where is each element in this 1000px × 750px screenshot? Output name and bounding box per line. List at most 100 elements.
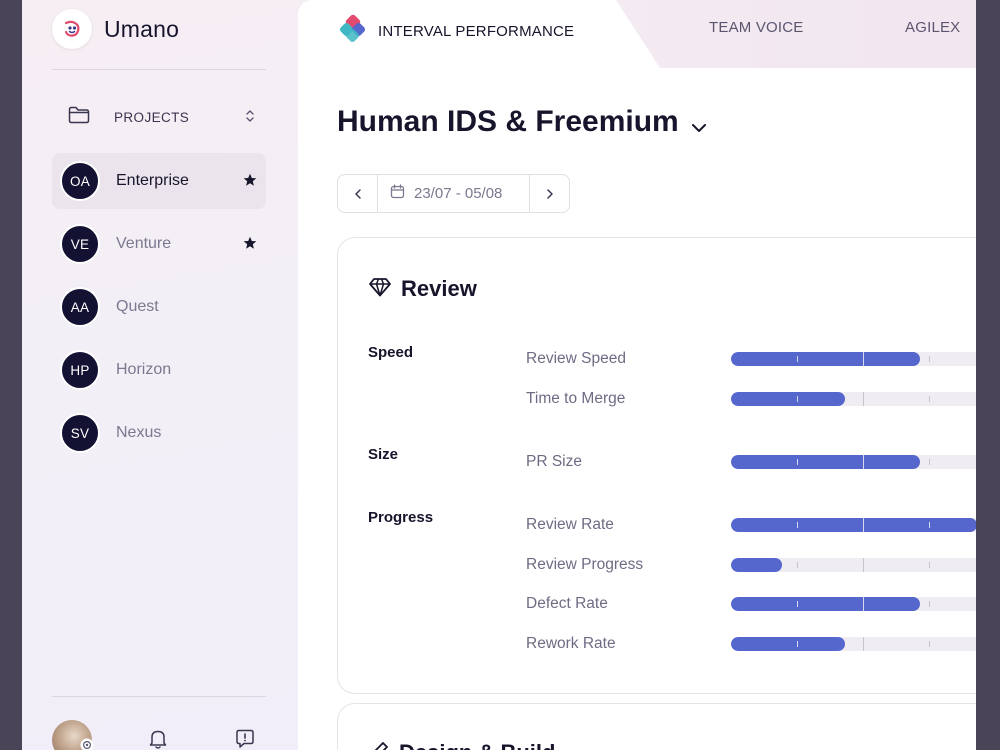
brand[interactable]: Umano — [52, 9, 179, 49]
metric-bar-tick — [797, 562, 798, 568]
metric-bar-fill — [731, 392, 845, 406]
metric-bar-tick — [929, 562, 930, 568]
design-build-card: Design & Build — [337, 703, 976, 750]
metric-bar — [731, 352, 976, 366]
project-name: Horizon — [116, 361, 172, 378]
sidebar-item-horizon[interactable]: HP Horizon — [52, 342, 266, 398]
metric-bar-tick — [797, 356, 798, 362]
metric-bar-tick — [929, 522, 930, 528]
metric-bar-tick — [863, 637, 864, 651]
metric-bar-fill — [731, 597, 920, 611]
app-window: Umano PROJECTS OA Enterprise VE Venture … — [22, 0, 976, 750]
review-card-header: Review — [369, 276, 477, 302]
project-avatar: OA — [60, 161, 100, 201]
project-name: Quest — [116, 298, 159, 315]
chevron-up-down-icon[interactable] — [244, 108, 256, 129]
tab-agilex[interactable]: AGILEX — [905, 19, 960, 36]
metric-bar — [731, 392, 976, 406]
date-range-navigator: 23/07 - 05/08 — [337, 174, 570, 213]
metric-bar-tick — [797, 601, 798, 607]
review-card-title: Review — [401, 276, 477, 301]
metric-label: PR Size — [526, 453, 582, 470]
sidebar-item-quest[interactable]: AA Quest — [52, 279, 266, 335]
sidebar-footer — [52, 718, 266, 750]
metric-bar-tick — [797, 396, 798, 402]
metric-bar-tick — [863, 392, 864, 406]
project-name: Venture — [116, 235, 172, 252]
chevron-right-icon — [546, 188, 553, 199]
pencil-icon — [369, 741, 389, 750]
metric-bar-tick — [797, 459, 798, 465]
metric-bar-fill — [731, 558, 782, 572]
metric-bar — [731, 597, 976, 611]
page-title-text: Human IDS & Freemium — [337, 105, 679, 138]
metric-bar-tick — [863, 352, 864, 366]
metric-bar-fill — [731, 455, 920, 469]
metric-bar-tick — [863, 518, 864, 532]
metric-bar-tick — [929, 459, 930, 465]
project-avatar: SV — [60, 413, 100, 453]
project-avatar: AA — [60, 287, 100, 327]
metric-label: Review Rate — [526, 516, 614, 533]
gear-icon[interactable] — [80, 738, 94, 750]
star-icon[interactable] — [243, 236, 257, 255]
diamond-icon — [369, 277, 391, 302]
metric-bar-tick — [797, 522, 798, 528]
umano-logo-icon — [52, 9, 92, 49]
design-build-card-title: Design & Build — [399, 740, 555, 750]
project-avatar: HP — [60, 350, 100, 390]
metric-bar — [731, 637, 976, 651]
sidebar: Umano PROJECTS OA Enterprise VE Venture … — [22, 0, 298, 750]
page-title[interactable]: Human IDS & Freemium — [337, 103, 707, 141]
metric-bar — [731, 455, 976, 469]
chevron-down-icon[interactable] — [691, 107, 707, 141]
tab-label: INTERVAL PERFORMANCE — [378, 23, 575, 40]
review-card: Review Speed Size Progress Review Speed … — [337, 237, 976, 694]
date-range-text: 23/07 - 05/08 — [414, 185, 503, 202]
previous-period-button[interactable] — [338, 175, 377, 212]
metric-label: Time to Merge — [526, 390, 626, 407]
brand-name: Umano — [104, 15, 180, 42]
group-label-speed: Speed — [368, 344, 414, 361]
sidebar-item-nexus[interactable]: SV Nexus — [52, 405, 266, 461]
tab-team-voice[interactable]: TEAM VOICE — [709, 19, 804, 36]
project-avatar: VE — [60, 224, 100, 264]
metric-bar-tick — [863, 455, 864, 469]
project-name: Nexus — [116, 424, 162, 441]
metric-bar-tick — [863, 597, 864, 611]
projects-section-header[interactable]: PROJECTS — [68, 104, 262, 130]
calendar-icon — [390, 183, 405, 204]
metric-label: Review Speed — [526, 350, 626, 367]
bell-icon[interactable] — [148, 728, 168, 750]
metric-bar-tick — [797, 641, 798, 647]
sidebar-item-venture[interactable]: VE Venture — [52, 216, 266, 272]
metric-label: Defect Rate — [526, 595, 608, 612]
metric-bar-tick — [929, 396, 930, 402]
metric-bar-tick — [863, 558, 864, 572]
metric-label: Rework Rate — [526, 635, 616, 652]
folder-icon — [68, 105, 90, 130]
group-label-progress: Progress — [368, 509, 434, 526]
metric-bar-fill — [731, 352, 920, 366]
sidebar-divider-bottom — [52, 696, 266, 697]
chevron-left-icon — [354, 188, 361, 199]
sidebar-item-enterprise[interactable]: OA Enterprise — [52, 153, 266, 209]
metric-bar-fill — [731, 518, 976, 532]
metric-bar-tick — [929, 601, 930, 607]
star-icon[interactable] — [243, 173, 257, 192]
projects-label: PROJECTS — [114, 109, 190, 125]
metric-bar-tick — [929, 641, 930, 647]
metric-label: Review Progress — [526, 556, 644, 573]
project-name: Enterprise — [116, 172, 189, 189]
interval-performance-logo-icon — [338, 14, 368, 49]
feedback-icon[interactable] — [234, 728, 256, 750]
date-range-picker[interactable]: 23/07 - 05/08 — [377, 175, 530, 212]
next-period-button[interactable] — [530, 175, 569, 212]
design-build-card-header: Design & Build — [369, 740, 555, 750]
metric-bar — [731, 558, 976, 572]
metric-bar-fill — [731, 637, 845, 651]
sidebar-divider-top — [52, 69, 266, 70]
tab-interval-performance[interactable]: INTERVAL PERFORMANCE — [338, 14, 574, 49]
metric-bar — [731, 518, 976, 532]
group-label-size: Size — [368, 446, 399, 463]
